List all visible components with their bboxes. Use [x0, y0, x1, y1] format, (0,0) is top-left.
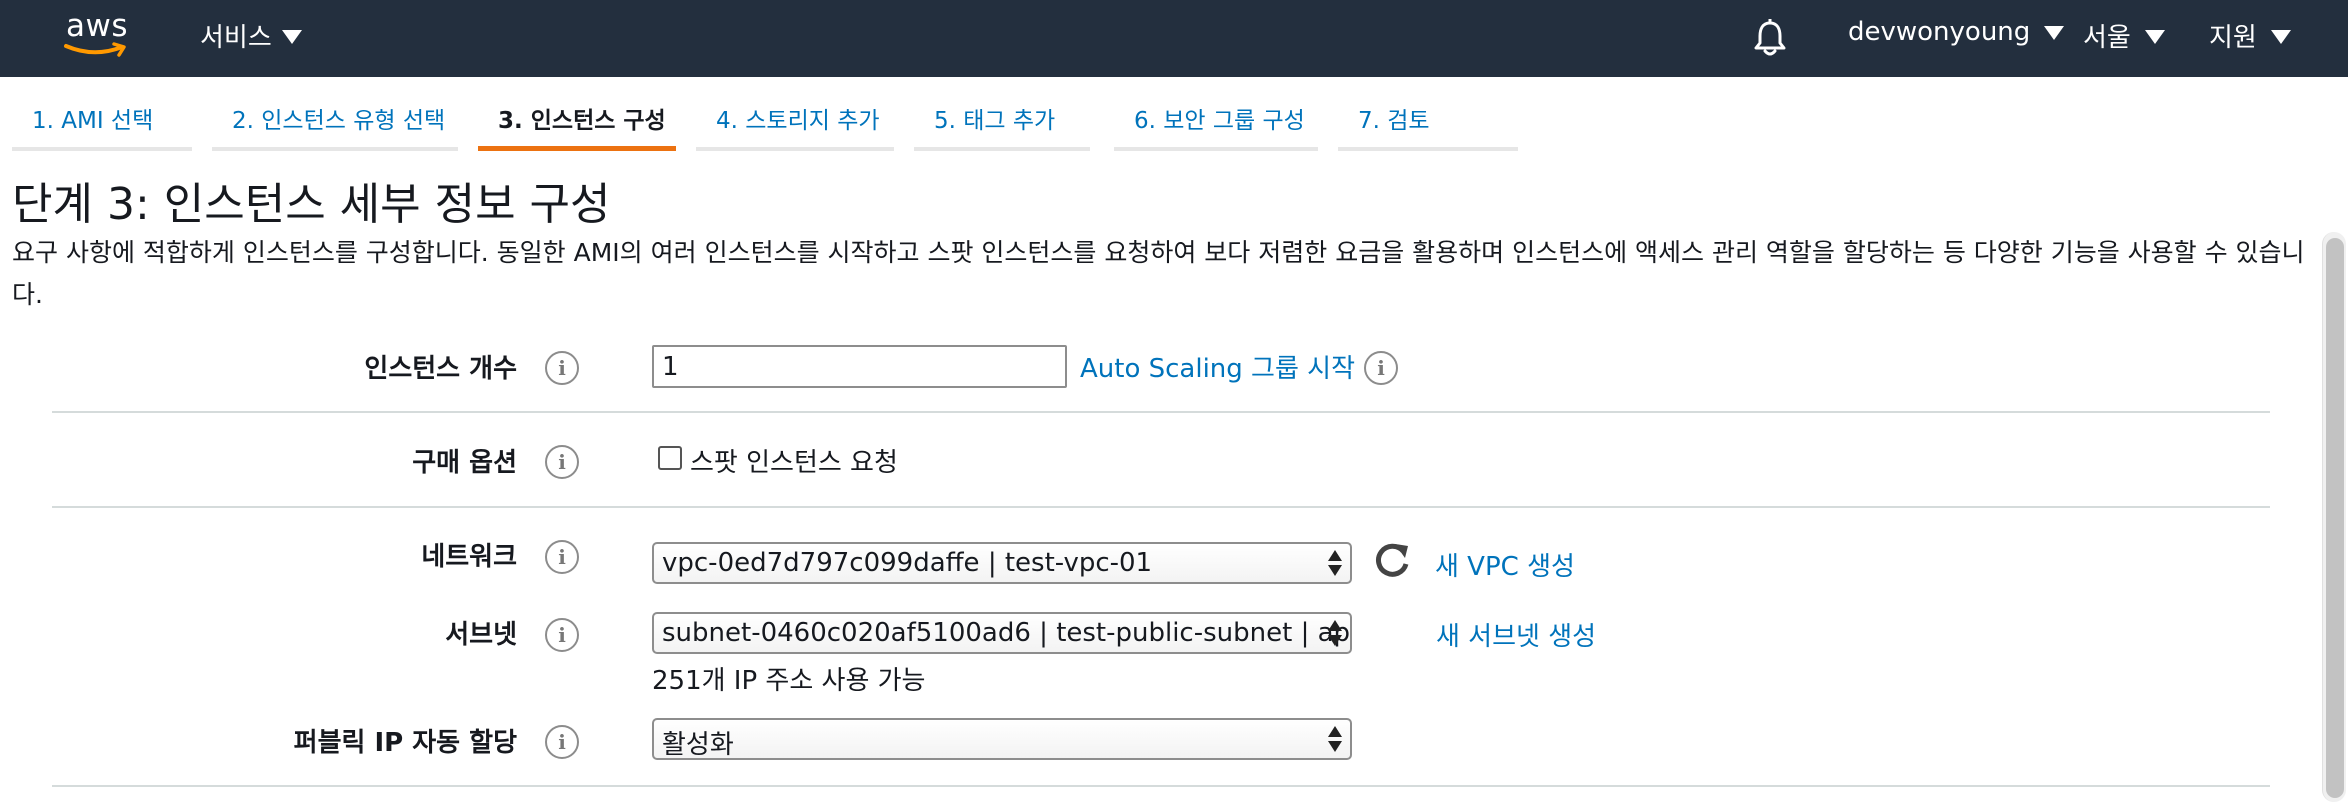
purchase-option-label: 구매 옵션: [412, 448, 517, 478]
tab-add-storage[interactable]: 4. 스토리지 추가: [696, 77, 894, 151]
subnet-select-value: subnet-0460c020af5100ad6 | test-public-s…: [662, 618, 1351, 648]
info-icon[interactable]: i: [545, 445, 579, 479]
select-arrows-icon: [1328, 726, 1342, 754]
public-ip-select-value: 활성화: [662, 730, 734, 760]
auto-scaling-link[interactable]: Auto Scaling 그룹 시작: [1080, 348, 1355, 385]
info-icon[interactable]: i: [545, 618, 579, 652]
row-divider: [52, 506, 2270, 508]
top-nav-bar: aws 서비스 devwonyoung 서울 지원: [0, 0, 2348, 77]
info-icon[interactable]: i: [1364, 351, 1398, 385]
services-menu[interactable]: 서비스: [200, 17, 302, 54]
network-select-value: vpc-0ed7d797c099daffe | test-vpc-01: [662, 548, 1153, 578]
tab-review[interactable]: 7. 검토: [1338, 77, 1518, 151]
create-vpc-link[interactable]: 새 VPC 생성: [1435, 546, 1575, 583]
page-description: 요구 사항에 적합하게 인스턴스를 구성합니다. 동일한 AMI의 여러 인스턴…: [12, 238, 2305, 309]
chevron-down-icon: [281, 29, 302, 44]
select-arrows-icon: [1328, 550, 1342, 578]
refresh-icon[interactable]: [1372, 540, 1412, 580]
subnet-label: 서브넷: [445, 620, 517, 650]
chevron-down-icon: [2270, 29, 2291, 44]
info-icon[interactable]: i: [545, 725, 579, 759]
account-name: devwonyoung: [1848, 17, 2031, 47]
info-icon[interactable]: i: [545, 351, 579, 385]
chevron-down-icon: [2044, 26, 2065, 40]
public-ip-select[interactable]: 활성화: [652, 718, 1352, 760]
instance-count-label: 인스턴스 개수: [364, 354, 517, 384]
spot-instance-checkbox[interactable]: [658, 446, 682, 470]
tab-ami[interactable]: 1. AMI 선택: [12, 77, 192, 151]
create-subnet-link[interactable]: 새 서브넷 생성: [1436, 616, 1596, 653]
support-menu[interactable]: 지원: [2209, 17, 2291, 54]
instance-count-input[interactable]: [652, 345, 1067, 388]
page-scrollbar[interactable]: [2322, 232, 2346, 802]
account-menu[interactable]: devwonyoung: [1848, 17, 2065, 47]
tab-configure-instance[interactable]: 3. 인스턴스 구성: [478, 77, 676, 151]
notification-bell-icon[interactable]: [1752, 18, 1788, 58]
available-ip-count: 251개 IP 주소 사용 가능: [652, 666, 926, 696]
network-label: 네트워크: [421, 542, 517, 572]
row-divider: [52, 411, 2270, 413]
spot-instance-checkbox-label[interactable]: 스팟 인스턴스 요청: [690, 442, 898, 479]
page-title: 단계 3: 인스턴스 세부 정보 구성: [12, 179, 611, 230]
public-ip-label: 퍼블릭 IP 자동 할당: [293, 728, 517, 758]
subnet-select[interactable]: subnet-0460c020af5100ad6 | test-public-s…: [652, 612, 1352, 654]
select-arrows-icon: [1328, 620, 1342, 648]
row-divider: [52, 785, 2270, 787]
tab-add-tags[interactable]: 5. 태그 추가: [914, 77, 1090, 151]
region-menu[interactable]: 서울: [2083, 17, 2165, 54]
region-name: 서울: [2083, 23, 2131, 53]
network-select[interactable]: vpc-0ed7d797c099daffe | test-vpc-01: [652, 542, 1352, 584]
info-icon[interactable]: i: [545, 540, 579, 574]
aws-logo[interactable]: aws: [62, 8, 134, 58]
tab-security-group[interactable]: 6. 보안 그룹 구성: [1114, 77, 1318, 151]
services-label: 서비스: [200, 23, 272, 53]
tab-instance-type[interactable]: 2. 인스턴스 유형 선택: [212, 77, 458, 151]
aws-logo-text: aws: [66, 8, 129, 44]
aws-smile-icon: [64, 42, 126, 57]
chevron-down-icon: [2144, 29, 2165, 44]
support-label: 지원: [2209, 23, 2257, 53]
scrollbar-thumb[interactable]: [2326, 238, 2344, 798]
